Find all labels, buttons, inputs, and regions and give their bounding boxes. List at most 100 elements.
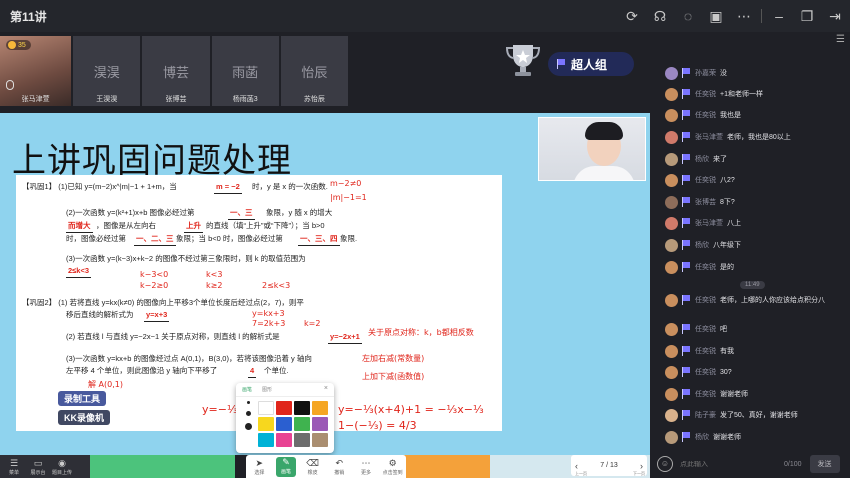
board-decor-green [90,455,235,478]
chat-panel: 11:49 孙嘉荣没任奕锐 +1和老师一样 任奕锐 我也是 张马津萱 老师，我也是80以上… [652,56,850,450]
watermark-line: KK录像机 [58,410,110,425]
chat-text: 八年级下 [713,242,741,249]
color-swatch[interactable] [276,433,292,447]
page-indicator: 7 / 13 [600,462,618,469]
upload-button[interactable]: ◉ 题目上传 [52,458,72,476]
color-palette: 画笔 图形 × [236,383,334,453]
watermark-line: 录制工具 [58,391,107,406]
group-label: 超人组 [571,57,608,72]
doc-line: 【巩固1】 (1)已知 y=(m−2)x^|m|−1 + 1+m，当 [22,182,177,191]
handwritten-note: 7=2k+3 [252,319,286,328]
char-counter: 0/100 [784,460,802,468]
eraser-tool[interactable]: ⌫ 橡皮 [303,458,323,476]
more-tool[interactable]: ⋯ 更多 [356,458,376,476]
chat-text: 谢谢老师 [713,434,741,441]
handwritten-note: k−3<0 [140,270,169,279]
trophy-icon [505,45,541,76]
chat-sender: 杨欣 [695,156,709,163]
pen-size-small[interactable] [246,401,250,404]
handwritten-note: k−2≥0 [140,281,169,290]
handwritten-note: 2≤k<3 [262,281,291,290]
self-video-tile[interactable]: 35 张马津萱 [0,36,72,106]
chat-sender: 任奕锐 [695,264,716,271]
screen-button[interactable]: ▭ 展示台 [28,458,48,476]
palette-tab-shape[interactable]: 图形 [262,386,272,393]
color-swatch[interactable] [294,433,310,447]
exit-icon[interactable]: ⇥ [824,5,846,27]
board-bottom-left: ☰ 菜单 ▭ 展示台 ◉ 题目上传 [0,455,90,478]
chat-sender: 张马津萱 [695,220,723,227]
color-swatch[interactable] [294,417,310,431]
next-page-icon[interactable]: › [640,461,643,471]
classroom-window: 第11讲 ⟳ ☊ ◌ ▣ ⋯ – ❐ ⇥ 35 张马津萱 淏淏 王淏淏 博芸 张… [0,0,850,478]
checkin-tool[interactable]: ⚙ 点击签到 [383,458,403,476]
close-icon[interactable]: × [324,385,328,392]
answer-fill: 4 [248,365,257,378]
refresh-icon[interactable]: ⟳ [621,5,643,27]
minimize-icon[interactable]: – [768,5,790,27]
color-swatch[interactable] [294,401,310,415]
student-tile[interactable]: 淏淏 王淏淏 [73,36,141,106]
color-swatch[interactable] [312,401,328,415]
doc-line: 个单位. [264,366,289,375]
chat-bubble-icon[interactable]: ◌ [677,5,699,27]
answer-line2: y=−2x+1 [328,331,362,344]
color-swatch[interactable] [312,417,328,431]
color-swatch[interactable] [258,401,274,415]
student-tile[interactable]: 怡辰 苏怡辰 [280,36,348,106]
teacher-video[interactable] [538,117,646,181]
emoji-icon[interactable]: ☺ [657,456,673,472]
chat-text: 发了50、真好，谢谢老师 [720,412,798,419]
student-tile[interactable]: 博芸 张博芸 [142,36,210,106]
drawing-toolbar: ➤ 选择 ✎ 画笔 ⌫ 橡皮 ↶ 撤销 ⋯ 更多 ⚙ 点击签到 [246,455,406,478]
titlebar-divider [761,9,762,23]
doc-line: (2) 若直线 l 与直线 y=−2x−1 关于原点对称，则直线 l 的解析式是 [66,332,280,341]
color-swatch[interactable] [276,417,292,431]
color-swatch[interactable] [258,417,274,431]
flag-icon [682,367,690,377]
time-divider: 11:49 [740,281,765,289]
select-tool[interactable]: ➤ 选择 [249,458,269,476]
send-button[interactable]: 发送 [809,455,840,473]
answer-rise: 上升 [184,220,203,233]
student-tile[interactable]: 雨菡 杨雨菡3 [211,36,279,106]
palette-tab-pen[interactable]: 画笔 [242,386,252,393]
screen-icon: ▭ [33,457,43,468]
flag-icon [682,89,690,99]
restore-icon[interactable]: ❐ [796,5,818,27]
pen-size-medium[interactable] [245,411,251,416]
pen-size-large[interactable] [244,423,252,430]
next-page-label[interactable]: 下一页 [633,471,645,477]
menu-icon: ☰ [9,457,19,468]
chat-text: 谢谢老师 [720,391,748,398]
prev-page-icon[interactable]: ‹ [575,461,578,471]
chat-sender: 张马津萱 [695,134,723,141]
more-icon[interactable]: ⋯ [733,5,755,27]
chat-sender: 任奕锐 [695,369,716,376]
color-swatch[interactable] [312,433,328,447]
upload-label: 题目上传 [52,469,73,476]
avatar [665,293,678,307]
prev-page-label[interactable]: 上一页 [575,471,587,477]
tablet-icon[interactable]: ▣ [705,5,727,27]
doc-line: 移后直线的解析式为 [66,310,134,319]
doc-line: 左平移 4 个单位，则此图像沿 y 轴向下平移了 [66,366,218,375]
chat-text: 来了 [713,156,727,163]
undo-tool[interactable]: ↶ 撤销 [329,458,349,476]
titlebar-icons: ⟳ ☊ ◌ ▣ ⋯ – ❐ ⇥ [621,5,846,27]
whiteboard[interactable]: 上讲巩固问题处理 【巩固1】 (1)已知 y=(m−2)x^|m|−1 + 1+… [0,113,650,455]
headset-icon[interactable]: ☊ [649,5,671,27]
chat-message: 杨欣 八年级下 [665,238,741,252]
student-full-name: 杨雨菡3 [232,96,258,103]
chat-message: 陆子豪 发了50、真好，谢谢老师 [665,408,798,422]
chat-panel-toggle-icon[interactable]: ☰ [836,34,845,45]
student-full-name: 张博芸 [165,96,187,103]
doc-line: 时，y 是 x 的一次函数. [252,182,328,191]
menu-button[interactable]: ☰ 菜单 [4,458,24,476]
chat-input[interactable] [680,460,780,468]
avatar [665,87,678,101]
pen-tool[interactable]: ✎ 画笔 [275,456,296,477]
color-swatch[interactable] [258,433,274,447]
group-badge: 超人组 [548,52,634,76]
color-swatch[interactable] [276,401,292,415]
